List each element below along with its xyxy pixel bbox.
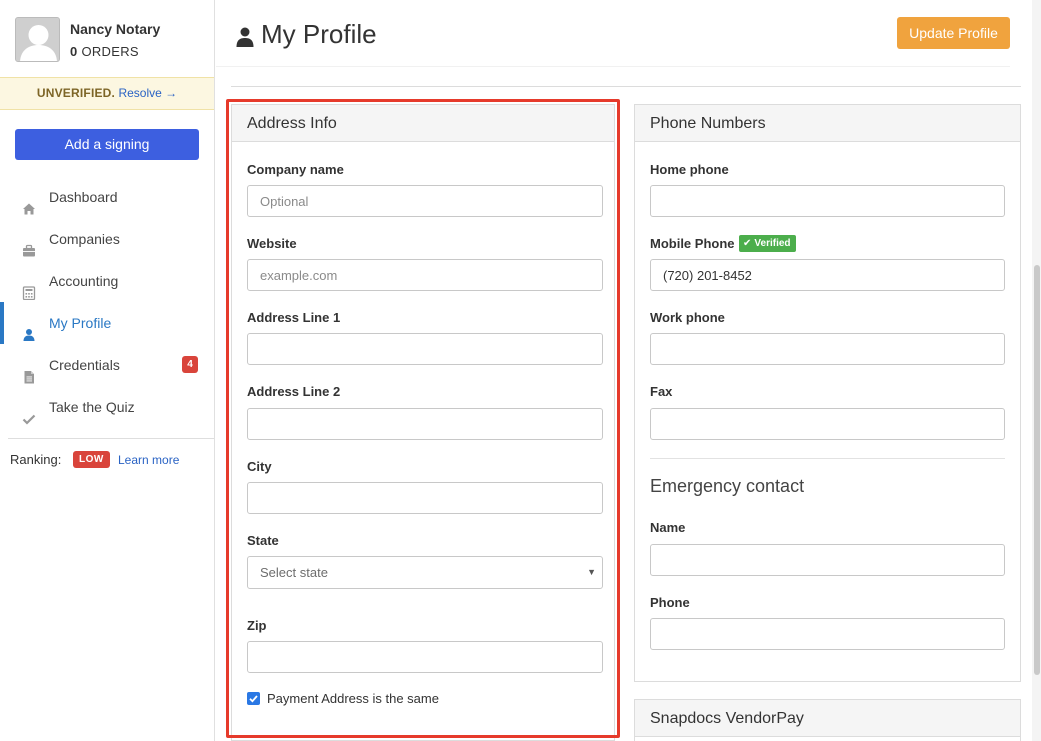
- sidebar-item-label: Take the Quiz: [49, 399, 135, 415]
- address-line-1-input[interactable]: [247, 333, 603, 365]
- verification-status: UNVERIFIED.: [36, 86, 116, 100]
- checkmark-icon: ✔: [743, 238, 752, 249]
- credentials-count-badge: 4: [182, 356, 198, 373]
- ranking: Ranking: LOW Learn more: [10, 451, 179, 468]
- sidebar-item-companies[interactable]: Companies: [0, 218, 214, 260]
- sidebar-item-credentials[interactable]: Credentials 4: [0, 344, 214, 386]
- sidebar-item-label: My Profile: [49, 315, 112, 331]
- zip-input[interactable]: [247, 641, 603, 673]
- user-name: Nancy Notary: [70, 21, 161, 37]
- sidebar-item-accounting[interactable]: Accounting: [0, 260, 214, 302]
- emergency-name-label: Name: [650, 520, 686, 535]
- payment-address-same-checkbox[interactable]: [247, 692, 260, 705]
- phone-numbers-title: Phone Numbers: [635, 105, 1020, 142]
- mobile-phone-input[interactable]: [650, 259, 1005, 291]
- work-phone-label: Work phone: [650, 310, 725, 325]
- user-orders: 0 ORDERS: [70, 44, 139, 59]
- briefcase-icon: [22, 232, 36, 257]
- header-divider: [231, 86, 1021, 87]
- vendorpay-panel: Snapdocs VendorPay: [634, 699, 1021, 741]
- user-block: Nancy Notary 0 ORDERS: [15, 17, 205, 62]
- ranking-label: Ranking:: [10, 452, 62, 467]
- sidebar-item-label: Accounting: [49, 273, 119, 289]
- address-info-title: Address Info: [232, 105, 614, 142]
- zip-label: Zip: [247, 618, 267, 633]
- emergency-phone-input[interactable]: [650, 618, 1005, 650]
- scrollbar-thumb[interactable]: [1034, 265, 1040, 675]
- fax-label: Fax: [650, 384, 673, 399]
- sidebar-item-label: Companies: [49, 231, 120, 247]
- document-icon: [22, 358, 36, 384]
- verification-banner: UNVERIFIED. Resolve →: [0, 77, 214, 110]
- company-name-input[interactable]: [247, 185, 603, 217]
- home-phone-label: Home phone: [650, 162, 729, 177]
- caret-down-icon: ▼: [587, 567, 596, 577]
- payment-address-same-label: Payment Address is the same: [267, 691, 439, 706]
- emergency-contact-title: Emergency contact: [650, 476, 805, 496]
- state-label: State: [247, 533, 279, 548]
- website-input[interactable]: [247, 259, 603, 291]
- verified-badge: ✔ Verified: [739, 235, 796, 252]
- ranking-level-badge: LOW: [73, 451, 110, 468]
- mobile-phone-label: Mobile Phone: [650, 236, 735, 251]
- address-line-1-label: Address Line 1: [247, 310, 341, 325]
- website-label: Website: [247, 236, 297, 251]
- user-icon: [236, 27, 254, 47]
- avatar[interactable]: [15, 17, 60, 62]
- sidebar-item-label: Credentials: [49, 357, 120, 373]
- fax-input[interactable]: [650, 408, 1005, 440]
- state-select-value: Select state: [260, 565, 328, 580]
- sidebar-item-my-profile[interactable]: My Profile: [0, 302, 214, 344]
- home-icon: [22, 190, 36, 215]
- state-select[interactable]: Select state ▼: [247, 556, 603, 589]
- add-signing-button[interactable]: Add a signing: [15, 129, 199, 160]
- company-name-label: Company name: [247, 162, 344, 177]
- sidebar-item-dashboard[interactable]: Dashboard: [0, 176, 214, 218]
- orders-label: ORDERS: [81, 44, 139, 59]
- city-input[interactable]: [247, 482, 603, 514]
- sidebar-item-take-the-quiz[interactable]: Take the Quiz: [0, 386, 214, 428]
- resolve-link[interactable]: Resolve →: [118, 86, 177, 100]
- emergency-name-input[interactable]: [650, 544, 1005, 576]
- user-icon: [22, 316, 36, 341]
- vendorpay-title: Snapdocs VendorPay: [635, 700, 1020, 737]
- learn-more-link[interactable]: Learn more: [118, 453, 179, 467]
- page-title: My Profile: [261, 19, 377, 49]
- check-icon: [22, 400, 36, 425]
- sidebar-nav: Dashboard Companies Accounting My Profil…: [0, 176, 214, 428]
- home-phone-input[interactable]: [650, 185, 1005, 217]
- emergency-divider: [650, 458, 1005, 459]
- sidebar-item-label: Dashboard: [49, 189, 118, 205]
- address-line-2-input[interactable]: [247, 408, 603, 440]
- city-label: City: [247, 459, 272, 474]
- work-phone-input[interactable]: [650, 333, 1005, 365]
- update-profile-button[interactable]: Update Profile: [897, 17, 1010, 49]
- sidebar: Nancy Notary 0 ORDERS UNVERIFIED. Resolv…: [0, 0, 215, 741]
- emergency-phone-label: Phone: [650, 595, 690, 610]
- address-line-2-label: Address Line 2: [247, 384, 341, 399]
- verified-badge-label: Verified: [754, 238, 791, 249]
- sidebar-divider: [8, 438, 214, 439]
- orders-count: 0: [70, 44, 78, 59]
- calculator-icon: [22, 274, 36, 301]
